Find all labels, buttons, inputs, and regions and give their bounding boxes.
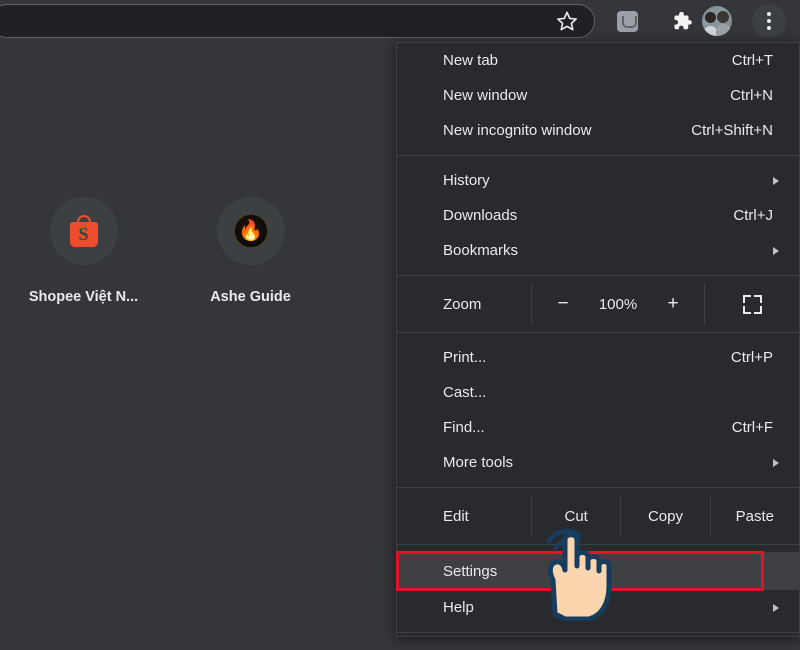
menu-group-tools: Print... Ctrl+P Cast... Find... Ctrl+F M… [397,340,799,480]
chevron-right-icon [773,246,779,255]
flame-icon: 🔥 [233,214,268,248]
shortcut-tile-label: Ashe Guide [210,289,291,305]
menu-item-shortcut: Ctrl+P [730,349,773,366]
tile-icon-container: S [49,197,118,265]
menu-item-label: Settings [443,562,498,580]
shortcut-tile-label: Shopee Việt N... [28,289,139,305]
chevron-right-icon [773,176,779,185]
menu-item-more-tools[interactable]: More tools [397,445,799,480]
zoom-label: Zoom [443,295,482,313]
menu-group-new: New tab Ctrl+T New window Ctrl+N New inc… [397,43,799,148]
menu-item-find[interactable]: Find... Ctrl+F [397,410,799,445]
menu-item-label: History [443,172,490,189]
menu-item-label: Downloads [443,207,518,224]
menu-divider [397,487,799,488]
menu-divider [397,632,799,633]
fullscreen-icon [742,294,762,314]
menu-item-cast[interactable]: Cast... [397,375,799,410]
menu-item-shortcut: Ctrl+F [731,419,773,436]
menu-divider [397,155,799,156]
side-panel-icon[interactable] [610,4,644,38]
menu-item-history[interactable]: History [397,163,799,198]
extensions-puzzle-icon[interactable] [665,4,699,38]
browser-window: S Shopee Việt N... 🔥 Ashe Guide V [0,0,800,650]
menu-divider [397,332,799,333]
menu-item-print[interactable]: Print... Ctrl+P [397,340,799,375]
menu-item-new-tab[interactable]: New tab Ctrl+T [397,43,799,78]
zoom-controls: − 100% + [531,283,705,325]
menu-item-bookmarks[interactable]: Bookmarks [397,233,799,268]
menu-item-shortcut: Ctrl+T [731,52,773,69]
tile-icon-container: 🔥 [216,197,285,265]
chevron-right-icon [773,603,779,612]
menu-item-label: New window [443,87,528,104]
menu-item-label: Find... [443,419,485,436]
menu-item-label: Bookmarks [443,242,519,259]
zoom-percentage: 100% [598,295,638,313]
menu-row-zoom: Zoom − 100% + [397,283,799,325]
menu-item-new-window[interactable]: New window Ctrl+N [397,78,799,113]
menu-item-shortcut: Ctrl+J [733,207,773,224]
chevron-right-icon [773,458,779,467]
zoom-out-button[interactable]: − [555,293,571,315]
browser-toolbar [0,0,800,42]
menu-item-new-incognito-window[interactable]: New incognito window Ctrl+Shift+N [397,113,799,148]
edit-paste-button[interactable]: Paste [709,495,799,537]
avatar-image [702,6,732,36]
shortcut-tile-shopee[interactable]: S Shopee Việt N... [0,197,167,305]
edit-label: Edit [443,507,469,525]
chrome-menu-three-dots-icon[interactable] [752,4,786,38]
menu-divider [397,275,799,276]
menu-item-label: New incognito window [443,122,592,139]
menu-group-exit: Exit [397,640,799,650]
menu-item-label: New tab [443,52,499,69]
menu-item-label: Cast... [443,384,487,401]
menu-group-browsing: History Downloads Ctrl+J Bookmarks [397,163,799,268]
shortcut-tiles: S Shopee Việt N... 🔥 Ashe Guide [0,197,420,305]
menu-item-shortcut: Ctrl+Shift+N [691,122,773,139]
menu-item-downloads[interactable]: Downloads Ctrl+J [397,198,799,233]
fullscreen-button[interactable] [705,283,799,325]
hand-pointer-cursor [546,528,612,621]
menu-item-label: More tools [443,454,514,471]
shopee-bag-icon: S [67,214,101,248]
zoom-in-button[interactable]: + [665,293,681,315]
menu-item-exit[interactable]: Exit [397,640,799,650]
bookmark-star-icon[interactable] [550,4,584,38]
shortcut-tile-ashe[interactable]: 🔥 Ashe Guide [167,197,334,305]
menu-item-label: Help [443,599,474,616]
menu-item-shortcut: Ctrl+N [730,87,773,104]
address-bar[interactable] [0,4,595,38]
profile-avatar[interactable] [700,4,734,38]
menu-item-label: Print... [443,349,487,366]
